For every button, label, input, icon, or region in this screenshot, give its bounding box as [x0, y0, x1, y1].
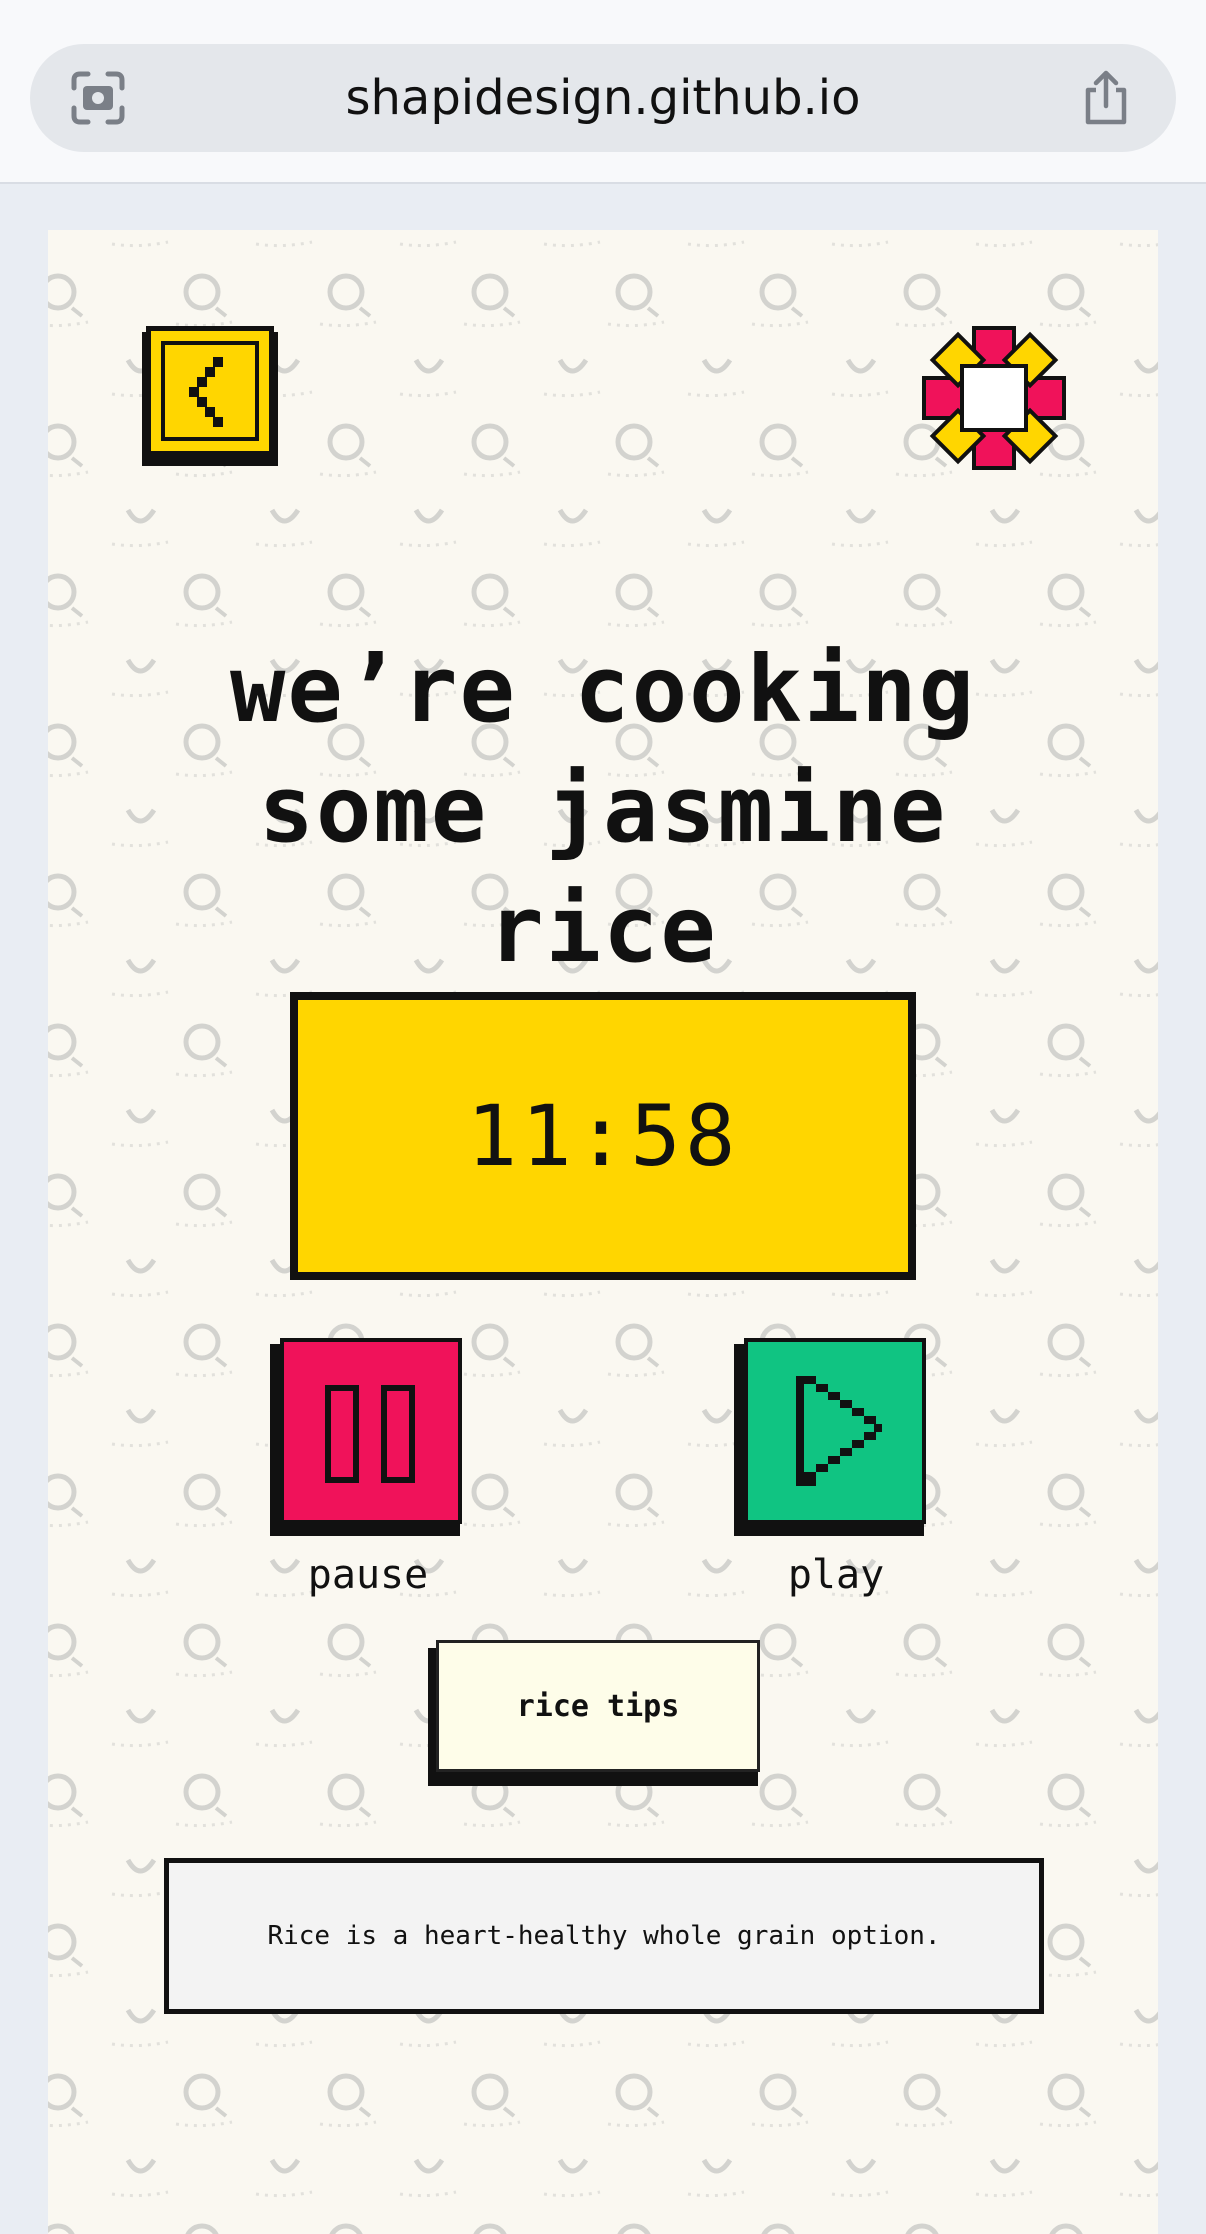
timer-display: 11:58 — [290, 992, 916, 1280]
play-icon — [796, 1376, 882, 1486]
rice-tips-label: rice tips — [436, 1640, 760, 1772]
share-icon[interactable] — [1076, 68, 1136, 128]
rice-timer-app: we’re cooking some jasmine rice 11:58 pa… — [48, 230, 1158, 2234]
tip-message: Rice is a heart-healthy whole grain opti… — [164, 1858, 1044, 2014]
address-bar[interactable]: shapidesign.github.io — [30, 44, 1176, 152]
play-label: play — [787, 1552, 885, 1598]
rice-tips-button[interactable]: rice tips — [428, 1640, 768, 1790]
pixel-flower-icon[interactable] — [918, 322, 1070, 474]
headline-line: we’re cooking — [229, 636, 977, 743]
url-text: shapidesign.github.io — [345, 70, 861, 126]
browser-chrome: shapidesign.github.io — [0, 0, 1206, 184]
page-title: we’re cooking some jasmine rice — [148, 630, 1058, 990]
pause-button[interactable] — [270, 1338, 480, 1538]
headline-line: some jasmine — [258, 756, 948, 863]
pause-label: pause — [307, 1552, 429, 1598]
pause-icon — [325, 1385, 415, 1483]
headline-line: rice — [488, 876, 718, 983]
chevron-left-icon — [189, 357, 223, 427]
back-button[interactable] — [142, 326, 286, 466]
timer-text: 11:58 — [466, 1087, 740, 1185]
play-button[interactable] — [734, 1338, 944, 1538]
